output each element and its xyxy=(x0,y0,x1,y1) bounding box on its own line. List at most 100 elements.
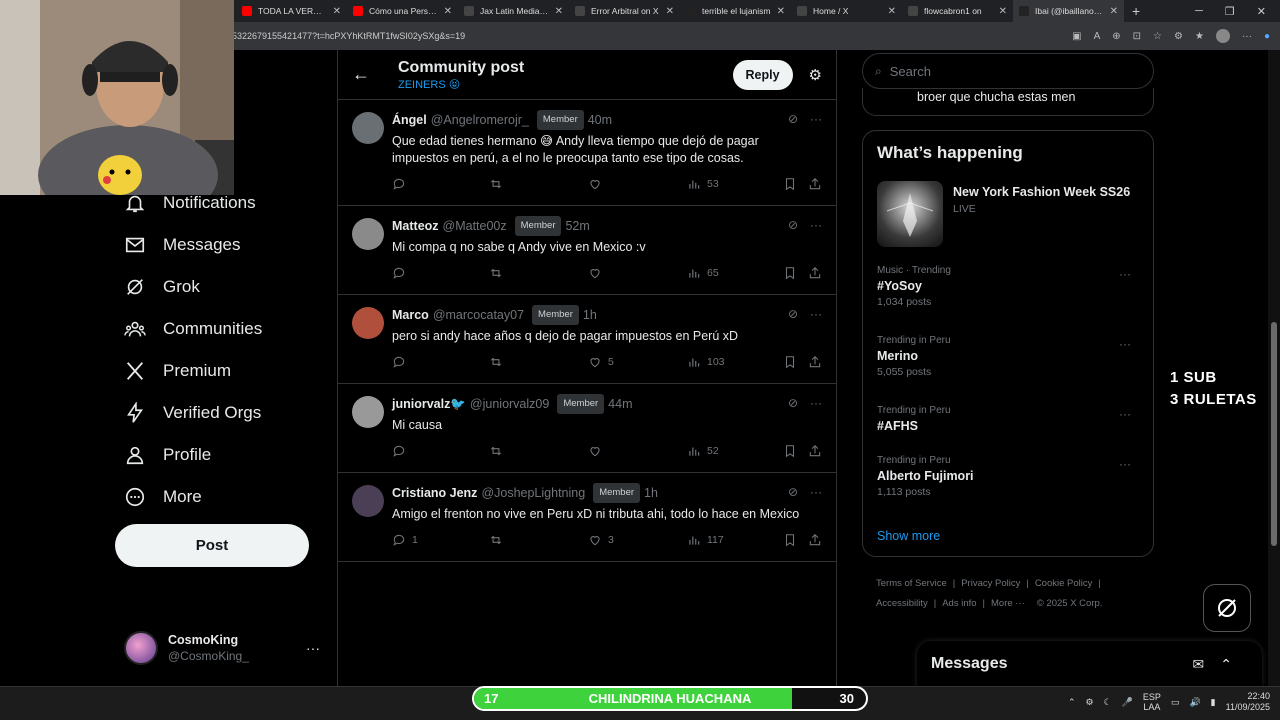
reader-icon[interactable]: ⊡ xyxy=(1133,31,1141,42)
tab-close-icon[interactable]: ✕ xyxy=(777,6,785,17)
copilot-icon[interactable]: ● xyxy=(1264,31,1270,42)
like-action[interactable] xyxy=(588,177,608,191)
settings-sliders-icon[interactable]: ⚙ xyxy=(809,66,822,84)
back-arrow-icon[interactable]: ← xyxy=(352,64,374,85)
footer-link[interactable]: More ··· xyxy=(991,598,1025,609)
grok-explain-icon[interactable]: ⊘ xyxy=(788,112,798,126)
views-action[interactable]: 52 xyxy=(687,444,719,458)
repost-action[interactable] xyxy=(489,533,503,547)
avatar[interactable] xyxy=(352,112,384,144)
nav-item-grok[interactable]: Grok xyxy=(123,266,333,308)
footer-link[interactable]: Terms of Service xyxy=(876,578,947,589)
reply-action[interactable]: 1 xyxy=(392,533,418,547)
views-action[interactable]: 117 xyxy=(687,533,724,547)
microphone-icon[interactable]: 🎤 xyxy=(1122,697,1133,708)
new-tab-icon[interactable]: + xyxy=(1132,3,1140,19)
author-name[interactable]: Ángel xyxy=(392,112,427,128)
chevron-up-icon[interactable]: ⌃ xyxy=(1220,656,1232,673)
battery-icon[interactable]: ▮ xyxy=(1211,697,1216,708)
post-button[interactable]: Post xyxy=(115,524,309,567)
trend-item[interactable]: Trending in Peru #AFHS ··· xyxy=(877,405,1139,436)
nav-item-more[interactable]: More xyxy=(123,476,333,518)
favorite-star-icon[interactable]: ☆ xyxy=(1153,31,1162,42)
trend-item[interactable]: Trending in Peru Merino 5,055 posts ··· xyxy=(877,335,1139,378)
profile-avatar-icon[interactable] xyxy=(1215,29,1230,43)
tab-close-icon[interactable]: ✕ xyxy=(555,6,563,17)
grok-explain-icon[interactable]: ⊘ xyxy=(788,396,798,410)
post-time[interactable]: 1h xyxy=(583,307,597,323)
language-indicator[interactable]: ESP LAA xyxy=(1143,692,1161,712)
reply-post[interactable]: juniorvalz🐦 @juniorvalz09 Member 44m ⊘ ··· Mi … xyxy=(338,384,836,473)
reply-action[interactable] xyxy=(392,177,412,191)
page-scrollbar[interactable] xyxy=(1268,50,1280,686)
tab-close-icon[interactable]: ✕ xyxy=(888,6,896,17)
reply-post[interactable]: Marco @marcocatay07 Member 1h ⊘ ··· pero si an… xyxy=(338,295,836,384)
author-handle[interactable]: @Matte00z xyxy=(443,218,507,234)
avatar[interactable] xyxy=(352,485,384,517)
avatar[interactable] xyxy=(352,307,384,339)
bookmark-action[interactable] xyxy=(783,266,797,280)
minimize-icon[interactable]: ─ xyxy=(1195,5,1203,18)
footer-link[interactable]: Cookie Policy xyxy=(1035,578,1093,589)
reply-post[interactable]: Cristiano Jenz @JoshepLightning Member 1h ⊘ ·… xyxy=(338,473,836,562)
tray-chevron-icon[interactable]: ⌃ xyxy=(1068,697,1076,708)
author-handle[interactable]: @marcocatay07 xyxy=(433,307,524,323)
browser-tab[interactable]: Ibai (@ibaillanos) o ✕ xyxy=(1013,0,1124,22)
show-more-link[interactable]: Show more xyxy=(877,529,940,543)
nav-item-verified-orgs[interactable]: Verified Orgs xyxy=(123,392,333,434)
restore-icon[interactable]: ❐ xyxy=(1225,5,1235,18)
like-action[interactable]: 3 xyxy=(588,533,614,547)
bookmark-action[interactable] xyxy=(783,355,797,369)
share-action[interactable] xyxy=(808,533,822,547)
scrollbar-thumb[interactable] xyxy=(1271,322,1277,546)
collections-icon[interactable]: ★ xyxy=(1195,31,1204,42)
like-action[interactable]: 5 xyxy=(588,355,614,369)
browser-tab[interactable]: terrible el lujanism ✕ xyxy=(680,0,791,22)
post-time[interactable]: 52m xyxy=(565,218,589,234)
author-name[interactable]: juniorvalz🐦 xyxy=(392,396,466,412)
volume-icon[interactable]: 🔊 xyxy=(1189,697,1200,708)
views-action[interactable]: 65 xyxy=(687,266,719,280)
grok-explain-icon[interactable]: ⊘ xyxy=(788,307,798,321)
nav-item-profile[interactable]: Profile xyxy=(123,434,333,476)
author-name[interactable]: Cristiano Jenz xyxy=(392,485,477,501)
nav-item-communities[interactable]: Communities xyxy=(123,308,333,350)
clock[interactable]: 22:40 11/09/2025 xyxy=(1226,691,1270,713)
avatar[interactable] xyxy=(352,218,384,250)
trend-item[interactable]: Music · Trending #YoSoy 1,034 posts ··· xyxy=(877,265,1139,308)
search-input[interactable]: Search xyxy=(890,64,931,79)
browser-tab[interactable]: TODA LA VERDAD S ✕ xyxy=(236,0,347,22)
post-more-icon[interactable]: ··· xyxy=(810,307,822,321)
translate-icon[interactable]: A xyxy=(1094,31,1101,42)
trend-more-icon[interactable]: ··· xyxy=(1119,267,1131,281)
trend-more-icon[interactable]: ··· xyxy=(1119,457,1131,471)
grok-fab-button[interactable] xyxy=(1203,584,1251,632)
tab-close-icon[interactable]: ✕ xyxy=(444,6,452,17)
footer-link[interactable]: Ads info xyxy=(942,598,976,609)
like-action[interactable] xyxy=(588,444,608,458)
bookmark-action[interactable] xyxy=(783,444,797,458)
repost-action[interactable] xyxy=(489,177,503,191)
post-time[interactable]: 40m xyxy=(588,112,612,128)
zoom-icon[interactable]: ⊕ xyxy=(1112,31,1120,42)
browser-tab[interactable]: flowcabron1 on ✕ xyxy=(902,0,1013,22)
post-more-icon[interactable]: ··· xyxy=(810,396,822,410)
repost-action[interactable] xyxy=(489,355,503,369)
messages-drawer[interactable]: Messages ✉ ⌃ xyxy=(917,641,1262,687)
account-switcher[interactable]: CosmoKing @CosmoKing_ ··· xyxy=(124,631,324,665)
trend-more-icon[interactable]: ··· xyxy=(1119,407,1131,421)
reply-action[interactable] xyxy=(392,266,412,280)
tray-app-icon[interactable]: ⚙ xyxy=(1086,697,1094,708)
tab-close-icon[interactable]: ✕ xyxy=(1110,6,1118,17)
browser-tab[interactable]: Error Arbitral on X ✕ xyxy=(569,0,680,22)
share-action[interactable] xyxy=(808,177,822,191)
reply-post[interactable]: Ángel @Angelromerojr_ Member 40m ⊘ ··· Que eda… xyxy=(338,100,836,206)
grok-explain-icon[interactable]: ⊘ xyxy=(788,218,798,232)
app-icon[interactable]: ▣ xyxy=(1072,31,1081,42)
author-handle[interactable]: @Angelromerojr_ xyxy=(431,112,529,128)
grok-explain-icon[interactable]: ⊘ xyxy=(788,485,798,499)
nav-item-messages[interactable]: Messages xyxy=(123,224,333,266)
post-time[interactable]: 44m xyxy=(608,396,632,412)
browser-tab[interactable]: Cómo una Persona ✕ xyxy=(347,0,458,22)
post-more-icon[interactable]: ··· xyxy=(810,112,822,126)
